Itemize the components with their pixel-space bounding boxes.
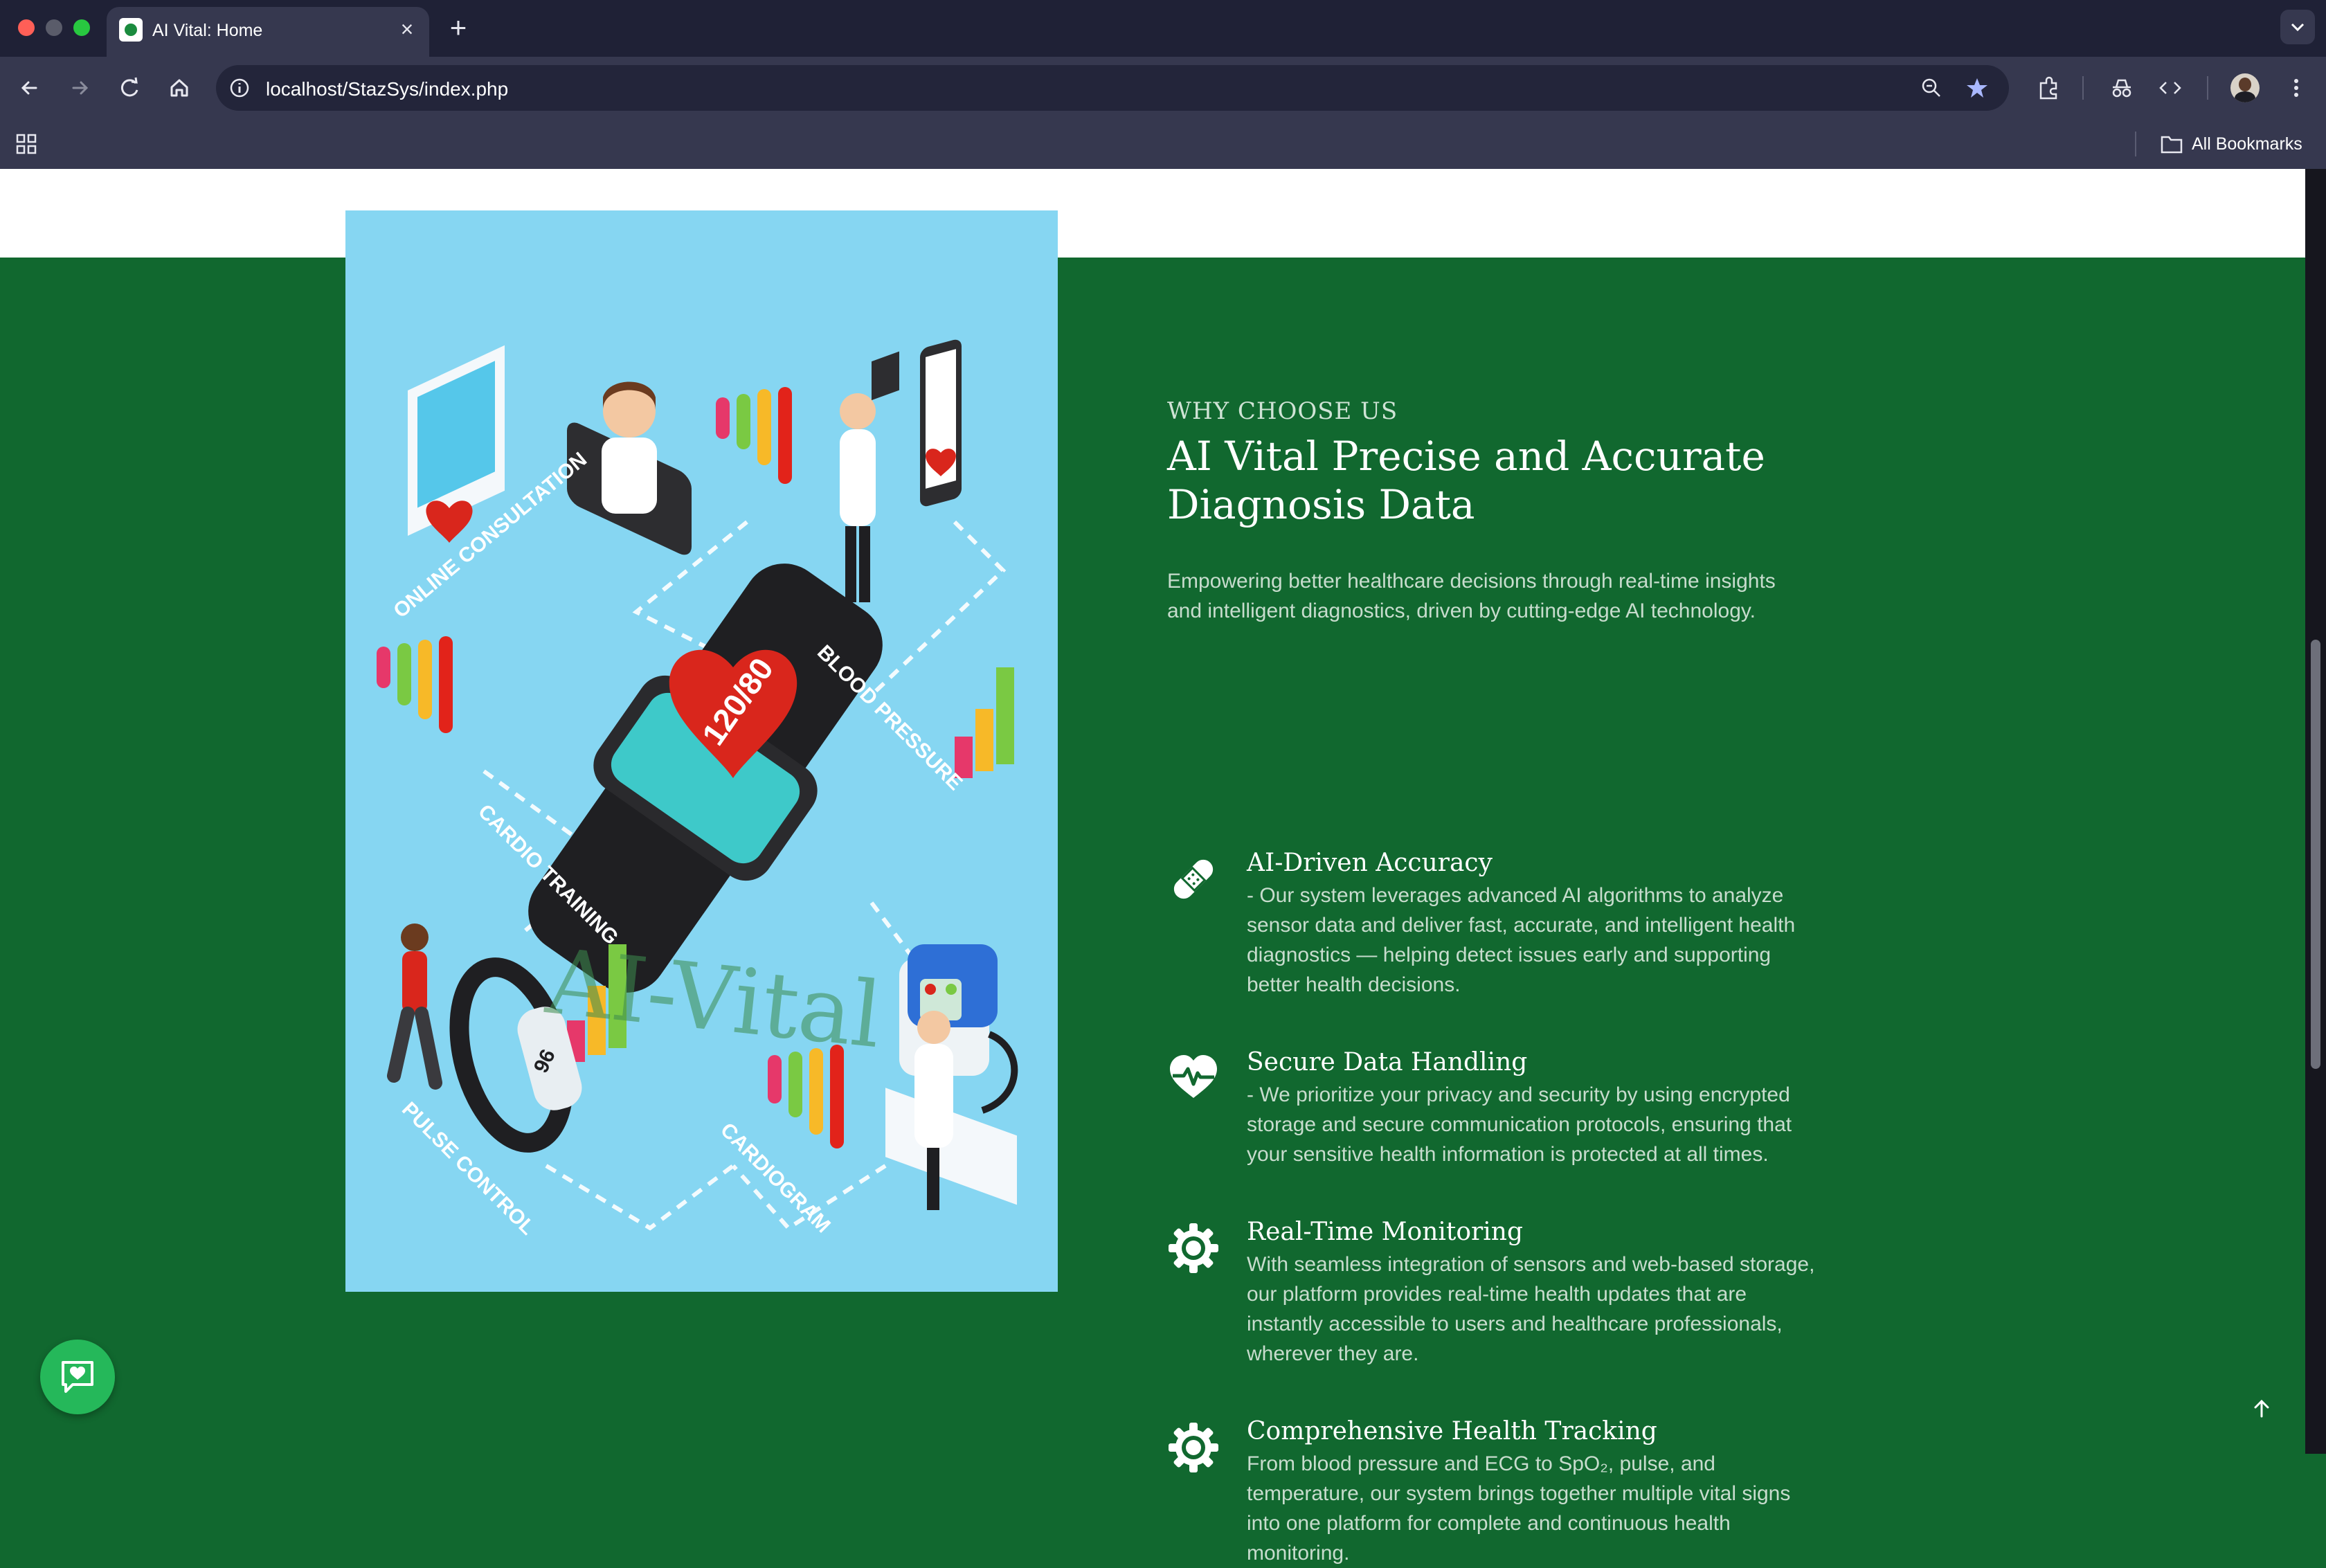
- browser-toolbar: localhost/StazSys/index.php: [0, 57, 2326, 119]
- feature-line: temperature, our system brings together …: [1247, 1482, 1791, 1505]
- feature-title: Secure Data Handling: [1247, 1048, 1528, 1076]
- feature-line: our platform provides real-time health u…: [1247, 1283, 1747, 1306]
- feature-title: Real-Time Monitoring: [1247, 1218, 1524, 1246]
- why-choose-us-section: WHY CHOOSE US AI Vital Precise and Accur…: [1167, 397, 1832, 1565]
- infographic-artwork: 120/80 96 AI-Vital ONLINE CONSULTATION B…: [377, 339, 1018, 1240]
- intro-line-1: Empowering better healthcare decisions t…: [1167, 570, 1776, 593]
- toolbar-divider: [2207, 76, 2208, 100]
- gear-icon: [1169, 1423, 1218, 1472]
- minimize-window-button[interactable]: [46, 19, 62, 36]
- all-bookmarks-label: All Bookmarks: [2192, 134, 2302, 154]
- feature-line: better health decisions.: [1247, 973, 1461, 996]
- apps-icon[interactable]: [14, 132, 39, 156]
- back-to-top-icon[interactable]: [2247, 1394, 2276, 1423]
- star-icon[interactable]: [1963, 74, 1991, 102]
- feature-line: - We prioritize your privacy and securit…: [1247, 1083, 1790, 1106]
- health-infographic-image: 120/80 96 AI-Vital ONLINE CONSULTATION B…: [345, 210, 1058, 1292]
- intro-line-2: and intelligent diagnostics, driven by c…: [1167, 600, 1756, 622]
- section-intro: Empowering better healthcare decisions t…: [1167, 566, 1832, 626]
- heartbeat-icon: [1170, 1055, 1217, 1098]
- reload-button[interactable]: [114, 72, 145, 104]
- new-tab-button[interactable]: +: [443, 12, 474, 43]
- bookmarks-divider: [2135, 132, 2136, 156]
- home-icon: [170, 79, 188, 97]
- section-eyebrow: WHY CHOOSE US: [1167, 397, 1398, 425]
- all-bookmarks-button[interactable]: All Bookmarks: [2160, 132, 2302, 156]
- feature-line: into one platform for complete and conti…: [1247, 1512, 1731, 1535]
- bookmarks-bar: All Bookmarks: [0, 119, 2326, 169]
- feature-line: storage and secure communication protoco…: [1247, 1113, 1792, 1136]
- forward-button[interactable]: [64, 72, 96, 104]
- extensions-icon[interactable]: [2034, 73, 2063, 102]
- feature-line: instantly accessible to users and health…: [1247, 1313, 1783, 1335]
- feature-line: - Our system leverages advanced AI algor…: [1247, 884, 1784, 907]
- reload-icon: [120, 77, 138, 97]
- incognito-icon[interactable]: [2107, 73, 2136, 102]
- close-window-button[interactable]: [18, 19, 35, 36]
- headline-line-2: Diagnosis Data: [1167, 481, 1475, 528]
- tab-search-button[interactable]: [2280, 10, 2315, 44]
- url-text: localhost/StazSys/index.php: [266, 78, 509, 100]
- avatar[interactable]: [2230, 73, 2260, 102]
- feature-line: monitoring.: [1247, 1542, 1350, 1565]
- feature-title: AI-Driven Accuracy: [1247, 849, 1493, 877]
- feature-description: With seamless integration of sensors and…: [1247, 1250, 1832, 1369]
- info-icon[interactable]: [226, 74, 253, 102]
- page-scrollbar[interactable]: [2305, 169, 2326, 1454]
- maximize-window-button[interactable]: [73, 19, 90, 36]
- chevron-down-icon: [2291, 23, 2305, 32]
- gear-icon: [1169, 1223, 1218, 1273]
- feature-line: With seamless integration of sensors and…: [1247, 1253, 1815, 1276]
- back-icon: [21, 81, 37, 95]
- feature-description: From blood pressure and ECG to SpO₂, pul…: [1247, 1449, 1832, 1568]
- feature-description: - Our system leverages advanced AI algor…: [1247, 881, 1832, 1000]
- headline-line-1: AI Vital Precise and Accurate: [1167, 433, 1765, 480]
- page-viewport: 120/80 96 AI-Vital ONLINE CONSULTATION B…: [0, 169, 2305, 1565]
- chat-heart-icon: [62, 1361, 93, 1393]
- address-bar[interactable]: localhost/StazSys/index.php: [216, 65, 2009, 111]
- back-button[interactable]: [14, 72, 46, 104]
- browser-tab[interactable]: AI Vital: Home ×: [107, 7, 429, 57]
- favicon-icon: [119, 18, 143, 42]
- feature-line: sensor data and deliver fast, accurate, …: [1247, 914, 1796, 937]
- browser-tabstrip: AI Vital: Home × +: [0, 0, 2326, 57]
- close-tab-icon[interactable]: ×: [395, 17, 420, 42]
- forward-icon: [72, 81, 89, 95]
- label-pulse-control: PULSE CONTROL: [397, 1098, 539, 1240]
- scrollbar-thumb[interactable]: [2311, 640, 2320, 1069]
- feature-line: From blood pressure and ECG to SpO₂, pul…: [1247, 1452, 1715, 1475]
- feature-line: diagnostics — helping detect issues earl…: [1247, 944, 1771, 966]
- toolbar-divider: [2082, 76, 2084, 100]
- section-headline: AI Vital Precise and Accurate Diagnosis …: [1167, 432, 1832, 529]
- feature-title: Comprehensive Health Tracking: [1247, 1417, 1657, 1445]
- bandage-icon: [1173, 859, 1214, 899]
- tab-title: AI Vital: Home: [152, 21, 263, 40]
- devtools-icon[interactable]: [2156, 73, 2185, 102]
- folder-icon: [2161, 136, 2183, 154]
- zoom-icon[interactable]: [1918, 74, 1945, 102]
- menu-icon[interactable]: [2282, 73, 2311, 102]
- home-button[interactable]: [163, 72, 195, 104]
- feature-line: your sensitive health information is pro…: [1247, 1143, 1769, 1166]
- label-cardiogram: CARDIOGRAM: [716, 1119, 835, 1238]
- feature-description: - We prioritize your privacy and securit…: [1247, 1080, 1832, 1169]
- chat-button[interactable]: [40, 1340, 115, 1414]
- feature-line: wherever they are.: [1247, 1342, 1419, 1365]
